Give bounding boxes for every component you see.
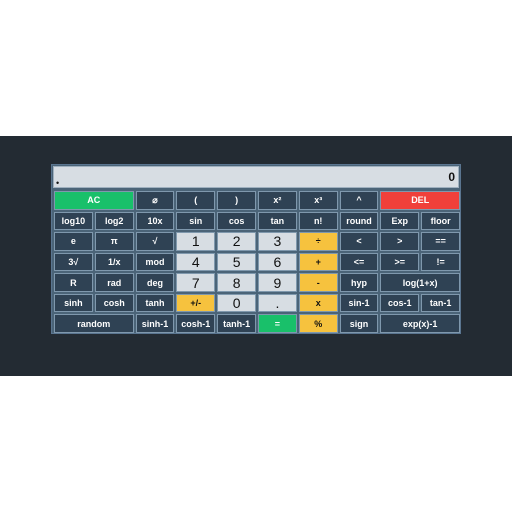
rad-button[interactable]: rad [94, 273, 134, 292]
cube-button[interactable]: x³ [298, 191, 338, 210]
negate-button[interactable]: +/- [176, 293, 216, 313]
reciprocal-button[interactable]: 1/x [94, 252, 134, 272]
display-expression: • [56, 178, 60, 188]
ac-button[interactable]: AC [54, 191, 134, 210]
asinh-button[interactable]: sinh-1 [135, 314, 175, 333]
sinh-button[interactable]: sinh [54, 293, 93, 313]
deg-button[interactable]: deg [135, 273, 175, 292]
cosh-button[interactable]: cosh [94, 293, 134, 313]
cos-button[interactable]: cos [217, 211, 256, 231]
digit-2-button[interactable]: 2 [217, 232, 256, 251]
cube-root-button[interactable]: 3√ [54, 252, 93, 272]
tan-button[interactable]: tan [257, 211, 297, 231]
tanh-button[interactable]: tanh [135, 293, 175, 313]
digit-3-button[interactable]: 3 [257, 232, 297, 251]
keypad: AC ⌀() x² x³ ^ DEL log10 log2 10x sin cos tan n! roun… [54, 191, 460, 333]
asin-button[interactable]: sin-1 [339, 293, 379, 313]
log2-button[interactable]: log2 [94, 211, 134, 231]
digit-7-button[interactable]: 7 [176, 273, 216, 292]
square-button[interactable]: x² [257, 191, 297, 210]
greater-equal-button[interactable]: >= [380, 252, 420, 272]
digit-0-button[interactable]: 0 [217, 293, 256, 313]
mod-button[interactable]: mod [135, 252, 175, 272]
percent-button[interactable]: % [298, 314, 338, 333]
round-button[interactable]: round [339, 211, 379, 231]
sqrt-button[interactable]: √ [135, 232, 175, 251]
e-button[interactable]: e [54, 232, 93, 251]
log1p-button[interactable]: log(1+x) [380, 273, 460, 292]
expm1-button[interactable]: exp(x)-1 [380, 314, 460, 333]
r-button[interactable]: R [54, 273, 93, 292]
floor-button[interactable]: floor [421, 211, 460, 231]
greater-than-button[interactable]: > [380, 232, 420, 251]
acosh-button[interactable]: cosh-1 [176, 314, 216, 333]
empty-set-button[interactable]: ⌀ [135, 191, 175, 210]
hyp-button[interactable]: hyp [339, 273, 379, 292]
ten-power-button[interactable]: 10x [135, 211, 175, 231]
display: • 0 [53, 166, 459, 188]
factorial-button[interactable]: n! [298, 211, 338, 231]
sign-button[interactable]: sign [339, 314, 379, 333]
random-button[interactable]: random [54, 314, 134, 333]
digit-1-button[interactable]: 1 [176, 232, 216, 251]
equals-compare-button[interactable]: == [421, 232, 460, 251]
minus-button[interactable]: - [298, 273, 338, 292]
digit-9-button[interactable]: 9 [257, 273, 297, 292]
digit-8-button[interactable]: 8 [217, 273, 256, 292]
digit-6-button[interactable]: 6 [257, 252, 297, 272]
plus-button[interactable]: + [298, 252, 338, 272]
del-button[interactable]: DEL [380, 191, 460, 210]
atan-button[interactable]: tan-1 [421, 293, 460, 313]
atanh-button[interactable]: tanh-1 [217, 314, 256, 333]
equals-button[interactable]: = [257, 314, 297, 333]
display-value: 0 [448, 170, 455, 184]
open-paren-button[interactable]: ( [176, 191, 216, 210]
calculator: • 0 AC ⌀() x² x³ ^ DEL log10 log2 10x sin cos tan n!… [51, 164, 461, 334]
digit-4-button[interactable]: 4 [176, 252, 216, 272]
multiply-button[interactable]: x [298, 293, 338, 313]
digit-5-button[interactable]: 5 [217, 252, 256, 272]
divide-button[interactable]: ÷ [298, 232, 338, 251]
power-button[interactable]: ^ [339, 191, 379, 210]
log10-button[interactable]: log10 [54, 211, 93, 231]
pi-button[interactable]: π [94, 232, 134, 251]
not-equal-button[interactable]: != [421, 252, 460, 272]
sin-button[interactable]: sin [176, 211, 216, 231]
close-paren-button[interactable]: ) [217, 191, 256, 210]
exp-button[interactable]: Exp [380, 211, 420, 231]
decimal-button[interactable]: . [257, 293, 297, 313]
less-than-button[interactable]: < [339, 232, 379, 251]
less-equal-button[interactable]: <= [339, 252, 379, 272]
acos-button[interactable]: cos-1 [380, 293, 420, 313]
